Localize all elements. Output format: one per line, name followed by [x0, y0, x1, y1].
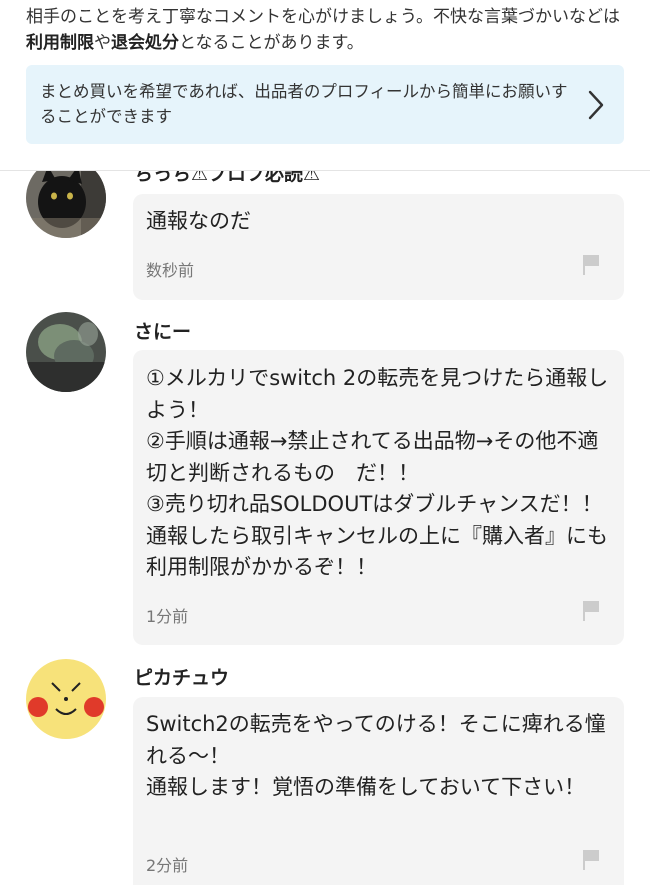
avatar-cat[interactable]: [26, 171, 106, 238]
avatar-sani[interactable]: [26, 312, 106, 392]
flag-icon[interactable]: [582, 849, 600, 871]
pikachu-icon: [26, 659, 106, 739]
comment-list: ちっち⚠プロフ必読⚠ 通報なのだ 数秒前 さにー ①メルカリでswitch 2の…: [0, 171, 650, 885]
banner-text: まとめ買いを希望であれば、出品者のプロフィールから簡単にお願いすることができます: [40, 82, 568, 126]
comment-bubble: ①メルカリでswitch 2の転売を見つけたら通報しよう！ ②手順は通報→禁止さ…: [133, 350, 624, 645]
user-photo-icon: [26, 312, 106, 392]
notice-bold-withdrawal: 退会処分: [111, 33, 179, 53]
commenter-name[interactable]: さにー: [134, 317, 191, 344]
notice-text-1: 相手のことを考え丁寧なコメントを心がけましょう。不快な言葉づかいなどは: [26, 7, 620, 27]
flag-icon[interactable]: [582, 254, 600, 276]
bulk-purchase-banner[interactable]: まとめ買いを希望であれば、出品者のプロフィールから簡単にお願いすることができます: [26, 65, 624, 144]
comment-bubble: 通報なのだ 数秒前: [133, 194, 624, 300]
notice-text-2: や: [94, 33, 111, 53]
chevron-right-icon: [588, 90, 604, 120]
flag-icon[interactable]: [582, 600, 600, 622]
cat-photo-icon: [26, 171, 106, 238]
comment-text: Switch2の転売をやってのける！そこに痺れる憧れる〜！ 通報します！覚悟の準…: [146, 712, 606, 799]
comment-timestamp: 1分前: [146, 607, 189, 626]
notice-text-3: となることがあります。: [179, 33, 364, 53]
comment-timestamp: 2分前: [146, 856, 189, 875]
comment-guideline-notice: 相手のことを考え丁寧なコメントを心がけましょう。不快な言葉づかいなどは利用制限や…: [26, 4, 626, 56]
avatar-pikachu[interactable]: [26, 659, 106, 739]
commenter-name[interactable]: ピカチュウ: [134, 663, 229, 690]
comment-text: 通報なのだ: [146, 209, 251, 233]
commenter-name[interactable]: ちっち⚠プロフ必読⚠: [134, 171, 320, 186]
comment-text: ①メルカリでswitch 2の転売を見つけたら通報しよう！ ②手順は通報→禁止さ…: [146, 366, 609, 579]
notice-bold-restriction: 利用制限: [26, 33, 94, 53]
comment-bubble: Switch2の転売をやってのける！そこに痺れる憧れる〜！ 通報します！覚悟の準…: [133, 697, 624, 885]
comment-timestamp: 数秒前: [146, 261, 195, 280]
